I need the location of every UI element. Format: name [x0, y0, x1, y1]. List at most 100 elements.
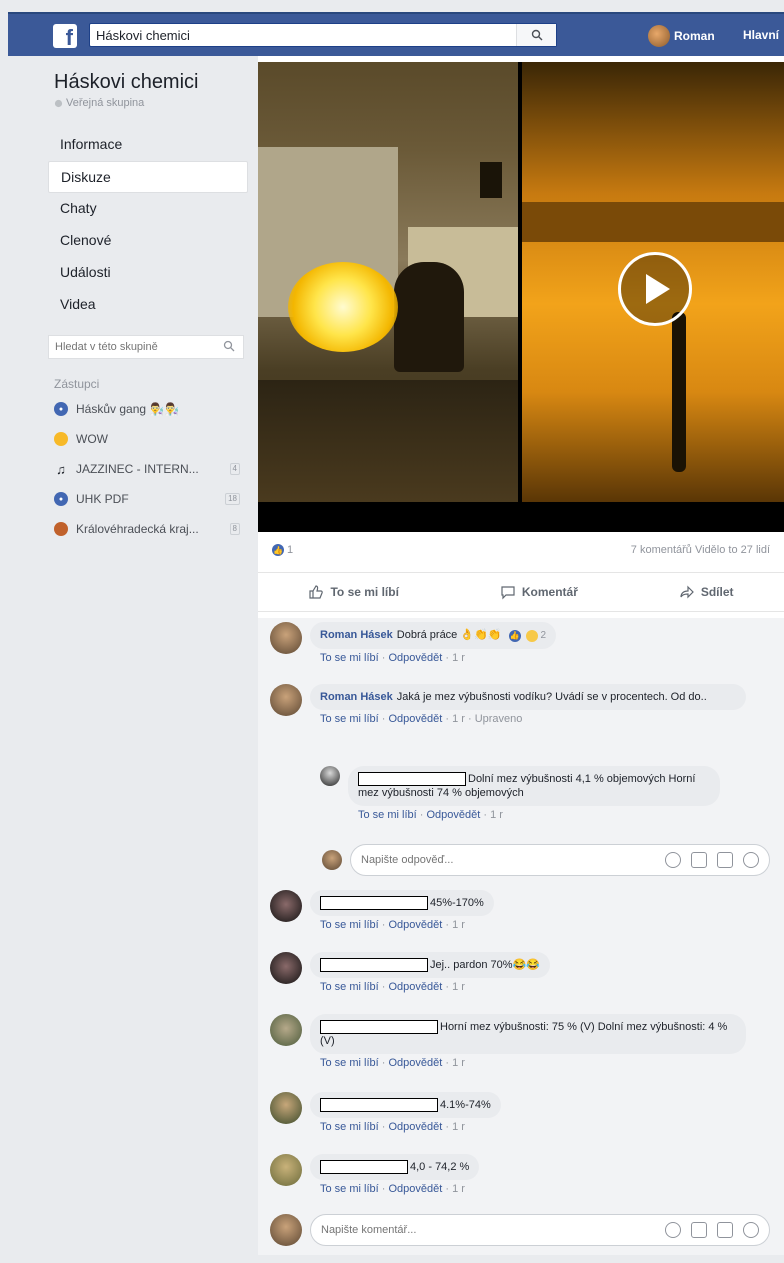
comment-time[interactable]: 1 r [452, 919, 465, 931]
avatar[interactable] [270, 1014, 302, 1046]
redacted-name [320, 958, 428, 973]
comment-button[interactable]: Komentář [500, 584, 578, 600]
comment: Roman Hásek Dobrá práce 👌👏👏 👍 2 To se mi l… [270, 622, 557, 664]
comment-like-link[interactable]: To se mi líbí [320, 1121, 379, 1133]
comment-like-link[interactable]: To se mi líbí [320, 919, 379, 931]
search-box[interactable] [89, 23, 557, 47]
post-video[interactable] [522, 62, 784, 502]
play-icon[interactable] [618, 252, 692, 326]
shortcut-item[interactable]: ● Háskův gang 👨‍🔬👨‍🔬 [54, 397, 248, 421]
post-photo[interactable] [258, 62, 518, 502]
comment: 4.1%-74% To se mi líbí · Odpovědět · 1 r [270, 1092, 501, 1133]
comment-like-link[interactable]: To se mi líbí [320, 1057, 379, 1069]
comment-reply-link[interactable]: Odpovědět [388, 919, 442, 931]
edited-label[interactable]: Upraveno [475, 713, 523, 725]
reactions-count[interactable]: 👍 2 [508, 629, 546, 643]
search-button[interactable] [516, 24, 556, 46]
home-link[interactable]: Hlavní [743, 28, 779, 42]
share-button[interactable]: Sdílet [679, 584, 734, 600]
gif-icon[interactable] [717, 852, 733, 868]
comment-time[interactable]: 1 r [452, 713, 465, 725]
group-icon: ● [54, 402, 68, 416]
comment-time[interactable]: 1 r [452, 1057, 465, 1069]
redacted-name [320, 896, 428, 911]
reply-input[interactable] [361, 854, 621, 866]
comment-time[interactable]: 1 r [452, 981, 465, 993]
camera-icon[interactable] [691, 852, 707, 868]
comment-reply-link[interactable]: Odpovědět [426, 809, 480, 821]
nav-item-clenove[interactable]: Clenové [48, 225, 248, 257]
like-button[interactable]: To se mi líbí [308, 584, 399, 600]
comment-time[interactable]: 1 r [490, 809, 503, 821]
shortcut-item[interactable]: ♫ JAZZINEC - INTERN... 4 [54, 457, 248, 481]
shortcut-item[interactable]: WOW [54, 427, 248, 451]
reactions-count[interactable]: 👍 1 [272, 544, 293, 557]
nav-item-videa[interactable]: Videa [48, 289, 248, 321]
comment-reply-link[interactable]: Odpovědět [388, 652, 442, 664]
post: 👍 1 7 komentářů Vidělo to 27 lidí To se m… [258, 56, 784, 1255]
group-search-input[interactable] [49, 336, 209, 358]
comment-text: 4.1%-74% [440, 1099, 491, 1111]
comment-author[interactable]: Roman Hásek [320, 629, 393, 641]
comment-reply-link[interactable]: Odpovědět [388, 1057, 442, 1069]
group-type: Veřejná skupina [54, 97, 248, 109]
redacted-name [320, 1020, 438, 1035]
comment-reply-link[interactable]: Odpovědět [388, 1183, 442, 1195]
reply-input-box[interactable] [350, 844, 770, 876]
sticker-icon[interactable] [743, 1222, 759, 1238]
avatar[interactable] [270, 890, 302, 922]
camera-icon[interactable] [691, 1222, 707, 1238]
like-icon: 👍 [508, 630, 521, 642]
comment-text: 45%-170% [430, 897, 484, 909]
user-name: Roman [674, 29, 715, 43]
comment-time[interactable]: 1 r [452, 1121, 465, 1133]
nav-item-informace[interactable]: Informace [48, 129, 248, 161]
avatar [322, 850, 342, 870]
sticker-icon[interactable] [743, 852, 759, 868]
wow-icon [54, 432, 68, 446]
shortcut-item[interactable]: Královéhradecká kraj... 8 [54, 517, 248, 541]
group-title[interactable]: Háskovi chemici [54, 71, 248, 94]
comments-views[interactable]: 7 komentářů Vidělo to 27 lidí [631, 544, 770, 556]
comment-time[interactable]: 1 r [452, 1183, 465, 1195]
search-input[interactable] [90, 24, 510, 46]
facebook-logo-icon[interactable]: f [53, 24, 77, 48]
share-icon [680, 585, 694, 599]
group-search[interactable] [48, 335, 244, 359]
nav-item-chaty[interactable]: Chaty [48, 193, 248, 225]
comment-like-link[interactable]: To se mi líbí [320, 1183, 379, 1195]
avatar[interactable] [320, 766, 340, 786]
like-icon: 👍 [272, 544, 284, 557]
input-icons [665, 852, 759, 868]
avatar[interactable] [270, 952, 302, 984]
profile-link[interactable]: Roman [648, 24, 715, 48]
shortcut-label: Královéhradecká kraj... [76, 522, 199, 536]
comment-like-link[interactable]: To se mi líbí [320, 652, 379, 664]
emoji-icon[interactable] [665, 852, 681, 868]
input-icons [665, 1222, 759, 1238]
comment-time[interactable]: 1 r [452, 652, 465, 664]
nav-item-udalosti[interactable]: Události [48, 257, 248, 289]
comment-like-link[interactable]: To se mi líbí [320, 981, 379, 993]
emoji-icon[interactable] [665, 1222, 681, 1238]
comment-reply-link[interactable]: Odpovědět [388, 981, 442, 993]
nav-item-diskuze[interactable]: Diskuze [48, 161, 248, 193]
comment-like-link[interactable]: To se mi líbí [320, 713, 379, 725]
comment-like-link[interactable]: To se mi líbí [358, 809, 417, 821]
comment-reply-link[interactable]: Odpovědět [388, 1121, 442, 1133]
shortcut-item[interactable]: ● UHK PDF 18 [54, 487, 248, 511]
avatar[interactable] [270, 1154, 302, 1186]
comment-input[interactable] [321, 1224, 581, 1236]
avatar[interactable] [270, 622, 302, 654]
search-icon [223, 340, 235, 352]
avatar[interactable] [270, 684, 302, 716]
avatar[interactable] [270, 1092, 302, 1124]
gif-icon[interactable] [717, 1222, 733, 1238]
comment-author[interactable]: Roman Hásek [320, 691, 393, 703]
comment: Roman Hásek Jaká je mez výbušnosti vodíku… [270, 684, 746, 725]
comments-section: Roman Hásek Dobrá práce 👌👏👏 👍 2 To se mi l… [258, 618, 784, 1255]
comment-input-box[interactable] [310, 1214, 770, 1246]
comment-reply-link[interactable]: Odpovědět [388, 713, 442, 725]
count-badge: 8 [229, 523, 240, 535]
redacted-name [358, 772, 466, 787]
